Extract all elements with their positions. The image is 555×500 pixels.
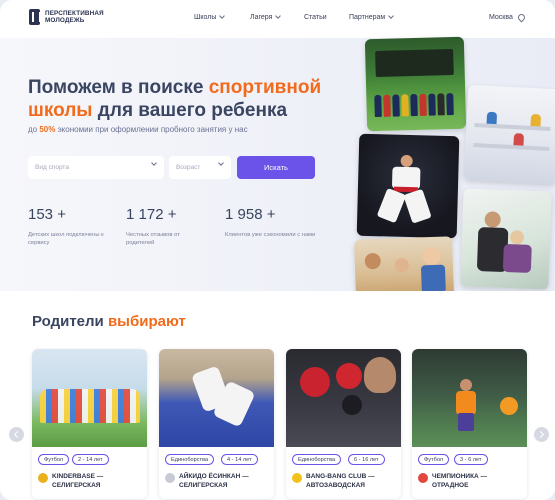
stat-schools-value: 153 + [28, 206, 66, 223]
hero-title-accent2: школы [28, 100, 93, 121]
city-selector[interactable]: Москва [489, 12, 527, 23]
school-logo-icon [38, 473, 48, 483]
stat-clients-value: 1 958 + [225, 206, 276, 223]
school-card[interactable]: Единоборства 4 - 14 лет АЙКИДО ЁСИНКАН —… [159, 349, 274, 499]
city-label: Москва [489, 14, 513, 21]
carousel-prev-button[interactable] [9, 427, 24, 442]
school-card-title: ЧЕМПИОНИКА — ОТРАДНОЕ [432, 473, 488, 489]
search-button[interactable]: Искать [237, 156, 315, 179]
school-card[interactable]: Футбол 2 - 14 лет KINDERBASE — СЕЛИГЕРСК… [32, 349, 147, 499]
stat-reviews-value: 1 172 + [126, 206, 177, 223]
school-card-image [159, 349, 274, 447]
photo-karate [356, 133, 460, 239]
location-pin-icon [516, 12, 527, 23]
school-card-image [286, 349, 401, 447]
stat-reviews-label: Честных отзывов от родителей [126, 232, 180, 246]
age-tag: 2 - 14 лет [72, 454, 109, 465]
school-card-image [32, 349, 147, 447]
sport-tag: Единоборства [292, 454, 342, 465]
hero-subtitle: до 50% экономии при оформлении пробного … [28, 125, 248, 134]
photo-team [364, 36, 467, 132]
sport-tag: Единоборства [165, 454, 215, 465]
sport-tag: Футбол [38, 454, 70, 465]
chevron-down-icon [219, 13, 226, 19]
page: ПЕРСПЕКТИВНАЯ МОЛОДЕЖЬ Школы Лагеря Стат… [0, 0, 555, 500]
sport-select-placeholder: Вид спорта [35, 164, 69, 171]
photo-classroom [463, 84, 555, 185]
school-card-title: BANG-BANG CLUB — АВТОЗАВОДСКАЯ [306, 473, 375, 489]
section-title-part1: Родители [32, 313, 108, 330]
carousel-next-button[interactable] [534, 427, 549, 442]
school-logo-icon [165, 473, 175, 483]
age-tag: 3 - 6 лет [454, 454, 488, 465]
hero-sub-prefix: до [28, 125, 40, 134]
photo-coach-kid [460, 188, 552, 290]
discount-percent: 50% [39, 125, 56, 134]
header: ПЕРСПЕКТИВНАЯ МОЛОДЕЖЬ Школы Лагеря Стат… [0, 0, 555, 38]
nav-item-partners[interactable]: Партнерам [349, 13, 395, 21]
school-card-image [412, 349, 527, 447]
school-logo-icon [292, 473, 302, 483]
school-logo-icon [418, 473, 428, 483]
age-select-placeholder: Возраст [176, 164, 201, 171]
sport-select[interactable]: Вид спорта [28, 156, 164, 179]
hero-title-part2: для вашего ребенка [92, 100, 288, 121]
nav-label: Школы [194, 14, 217, 21]
chevron-down-icon [218, 160, 224, 166]
hero-sub-suffix: экономии при оформлении пробного занятия… [55, 125, 248, 134]
nav-item-articles[interactable]: Статьи [304, 14, 327, 21]
section-title: Родители выбирают [32, 313, 186, 330]
nav-item-schools[interactable]: Школы [194, 13, 226, 21]
chevron-down-icon [388, 13, 395, 19]
logo-line1: ПЕРСПЕКТИВНАЯ [45, 10, 104, 17]
age-select[interactable]: Возраст [169, 156, 231, 179]
logo[interactable]: ПЕРСПЕКТИВНАЯ МОЛОДЕЖЬ [29, 9, 104, 25]
school-card-title: АЙКИДО ЁСИНКАН — СЕЛИГЕРСКАЯ [179, 473, 249, 489]
school-card[interactable]: Футбол 3 - 6 лет ЧЕМПИОНИКА — ОТРАДНОЕ [412, 349, 527, 499]
school-card[interactable]: Единоборства 6 - 16 лет BANG-BANG CLUB —… [286, 349, 401, 499]
sport-tag: Футбол [418, 454, 450, 465]
age-tag: 4 - 14 лет [221, 454, 258, 465]
hero-title: Поможем в поиске спортивной школы для ва… [28, 76, 328, 122]
section-title-accent: выбирают [107, 313, 186, 330]
school-card-title: KINDERBASE — СЕЛИГЕРСКАЯ [52, 473, 104, 489]
hero-title-part1: Поможем в поиске [28, 77, 209, 98]
logo-icon [29, 9, 41, 25]
stat-schools-label: Детских школ подключены к сервису [28, 232, 104, 246]
chevron-down-icon [275, 13, 282, 19]
hero-title-accent1: спортивной [208, 77, 322, 98]
nav-label: Партнерам [349, 14, 386, 21]
nav-label: Лагеря [250, 14, 273, 21]
logo-line2: МОЛОДЕЖЬ [45, 17, 85, 24]
nav-item-camps[interactable]: Лагеря [250, 13, 282, 21]
nav-label: Статьи [304, 14, 327, 21]
chevron-down-icon [151, 160, 157, 166]
logo-text: ПЕРСПЕКТИВНАЯ МОЛОДЕЖЬ [45, 10, 104, 24]
stat-clients-label: Клиентов уже сэкономили с нами [225, 232, 316, 238]
age-tag: 6 - 16 лет [348, 454, 385, 465]
